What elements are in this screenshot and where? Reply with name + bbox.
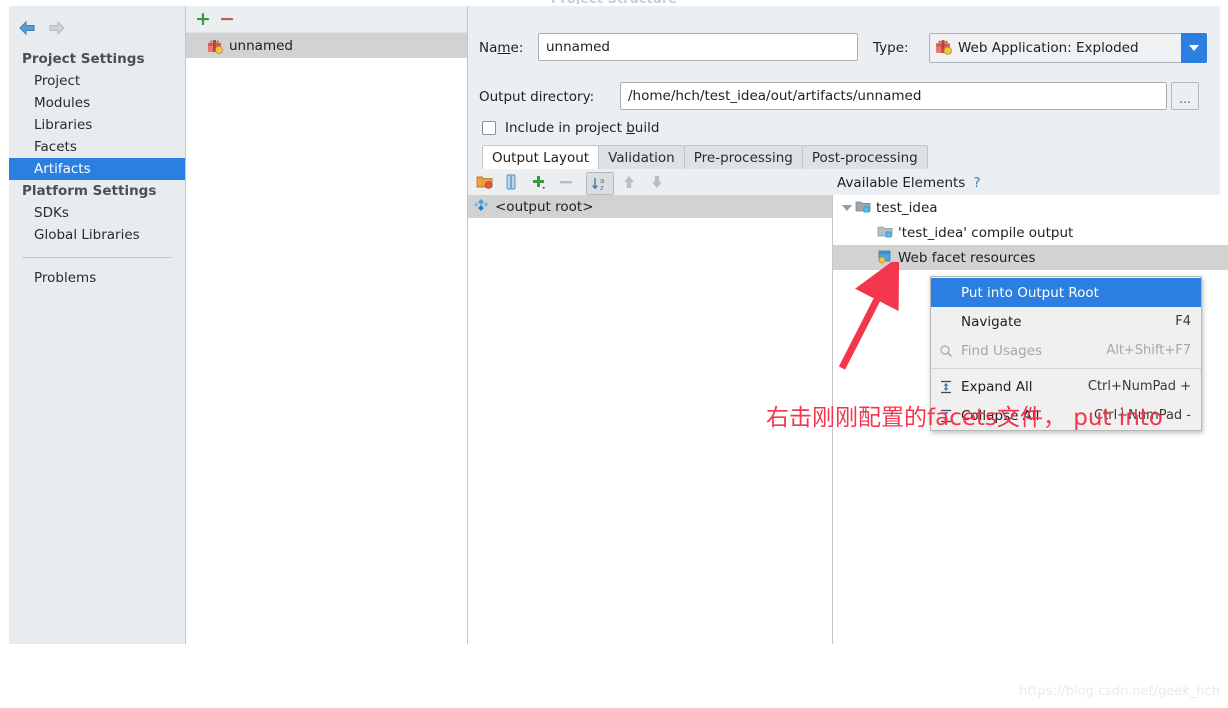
- tab-validation[interactable]: Validation: [598, 145, 685, 169]
- sidebar-item-modules[interactable]: Modules: [9, 92, 185, 114]
- type-dropdown-value: Web Application: Exploded: [958, 40, 1139, 56]
- output-directory-input[interactable]: [620, 82, 1167, 110]
- question-mark-icon[interactable]: ?: [973, 175, 980, 191]
- sidebar-group-project-settings: Project Settings: [22, 51, 145, 67]
- available-elements-header: Available Elements ?: [833, 170, 1220, 195]
- annotation-text: 右击刚刚配置的facets文件， put into: [766, 405, 1163, 431]
- menu-item-label: Find Usages: [961, 342, 1043, 359]
- checkbox-label: Include in project build: [505, 120, 660, 136]
- sidebar-item-global-libraries[interactable]: Global Libraries: [9, 224, 185, 246]
- menu-item-shortcut: F4: [1175, 314, 1191, 329]
- dialog-title: Project Structure: [0, 0, 1228, 4]
- sidebar-item-artifacts[interactable]: Artifacts: [9, 158, 185, 180]
- web-application-exploded-icon: [207, 38, 223, 54]
- tree-row[interactable]: 'test_idea' compile output: [833, 220, 1228, 245]
- expand-all-icon: [931, 380, 961, 394]
- watermark: https://blog.csdn.net/geek_hch: [1019, 684, 1220, 699]
- type-dropdown[interactable]: Web Application: Exploded: [929, 33, 1207, 63]
- tree-row-label: Web facet resources: [898, 249, 1036, 266]
- minus-icon[interactable]: −: [219, 10, 235, 29]
- menu-item-find-usages: Find Usages Alt+Shift+F7: [931, 336, 1201, 365]
- create-directory-icon[interactable]: [476, 174, 493, 194]
- svg-text:z: z: [600, 184, 604, 192]
- move-down-icon: [650, 174, 664, 194]
- menu-item-label: Expand All: [961, 378, 1033, 395]
- sidebar-item-sdks[interactable]: SDKs: [9, 202, 185, 224]
- compile-output-icon: [877, 223, 893, 243]
- tree-row-label: test_idea: [876, 199, 938, 216]
- menu-item-label: Navigate: [961, 313, 1022, 330]
- checkbox-box: [482, 121, 496, 135]
- tab-pre-processing[interactable]: Pre-processing: [683, 145, 803, 169]
- output-root-icon: [473, 197, 489, 217]
- sidebar-divider: [22, 257, 172, 258]
- web-application-exploded-icon: [935, 38, 952, 59]
- sidebar-nav-arrows: [17, 18, 77, 40]
- chevron-down-icon[interactable]: [839, 200, 855, 216]
- list-item-label: unnamed: [229, 37, 293, 54]
- project-structure-dialog: Project Structure Project Settings Proje…: [0, 0, 1228, 708]
- add-copy-of-icon[interactable]: [530, 174, 548, 194]
- tab-post-processing[interactable]: Post-processing: [801, 145, 928, 169]
- type-label: Type:: [873, 40, 909, 56]
- settings-sidebar: Project Settings Project Modules Librari…: [9, 6, 186, 644]
- tree-row[interactable]: <output root>: [468, 195, 832, 218]
- artifacts-list-panel: + − unnamed: [186, 6, 468, 644]
- menu-item-shortcut: Alt+Shift+F7: [1106, 343, 1191, 358]
- chevron-down-icon[interactable]: [1181, 33, 1207, 63]
- output-directory-label: Output directory:: [479, 89, 595, 105]
- menu-separator: [931, 368, 1201, 369]
- available-elements-title: Available Elements: [837, 174, 966, 191]
- include-in-project-build-checkbox[interactable]: Include in project build: [482, 120, 659, 136]
- sort-alphabetically-icon[interactable]: a z: [586, 172, 614, 195]
- editor-tabs: Output Layout Validation Pre-processing …: [482, 145, 928, 169]
- browse-button[interactable]: ...: [1171, 82, 1199, 110]
- menu-item-expand-all[interactable]: Expand All Ctrl+NumPad +: [931, 372, 1201, 401]
- tree-row-label: 'test_idea' compile output: [898, 224, 1074, 241]
- move-up-icon: [622, 174, 636, 194]
- tab-output-layout[interactable]: Output Layout: [482, 145, 600, 169]
- arrow-left-icon[interactable]: [17, 18, 39, 38]
- artifacts-toolbar: + −: [186, 6, 467, 33]
- plus-icon[interactable]: +: [195, 10, 211, 29]
- sidebar-list: Project Settings Project Modules Librari…: [9, 48, 185, 289]
- remove-icon: [558, 174, 574, 194]
- tree-row-label: <output root>: [495, 198, 594, 215]
- list-item[interactable]: unnamed: [186, 33, 467, 58]
- sidebar-item-problems[interactable]: Problems: [9, 267, 185, 289]
- web-facet-icon: [877, 248, 893, 268]
- name-label: Name:: [479, 40, 524, 56]
- sidebar-group-platform-settings: Platform Settings: [22, 183, 157, 199]
- sidebar-item-project[interactable]: Project: [9, 70, 185, 92]
- tree-row[interactable]: test_idea: [833, 195, 1226, 220]
- menu-item-shortcut: Ctrl+NumPad +: [1087, 379, 1191, 394]
- artifact-form: Name: Type: Web Application: Exploded: [468, 6, 1220, 176]
- sidebar-item-libraries[interactable]: Libraries: [9, 114, 185, 136]
- menu-item-label: Put into Output Root: [961, 284, 1099, 301]
- tree-row[interactable]: Web facet resources: [833, 245, 1228, 270]
- menu-item-put-into-output-root[interactable]: Put into Output Root: [931, 278, 1201, 307]
- sidebar-item-facets[interactable]: Facets: [9, 136, 185, 158]
- create-archive-icon[interactable]: [504, 174, 518, 194]
- menu-item-navigate[interactable]: Navigate F4: [931, 307, 1201, 336]
- search-icon: [931, 344, 961, 358]
- name-input[interactable]: [538, 33, 858, 61]
- arrow-right-icon[interactable]: [45, 18, 67, 38]
- module-icon: [855, 198, 871, 218]
